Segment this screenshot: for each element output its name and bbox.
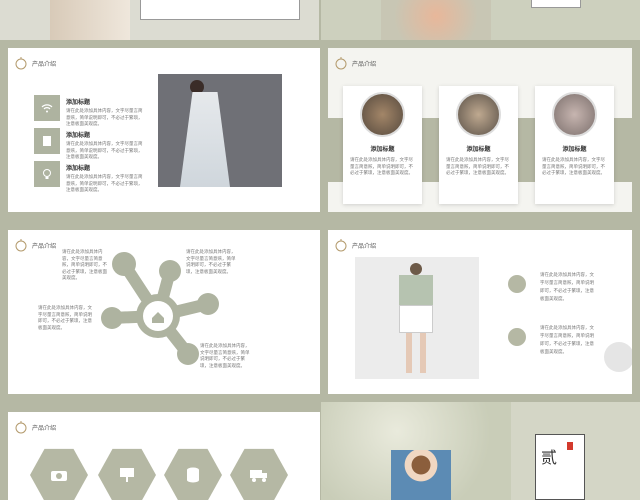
item-3-text: 请在此处添加具体内容，文字尽量言简意赅，简单说明即可，不必过于繁琐，注意板面美观… [66,175,143,193]
card-2-text: 请在此处添加具体内容，文字尽量言简意赅，简单说明即可，不必过于繁琐，注意板面美观… [446,158,509,176]
slide-header: 产品介绍 [334,56,376,70]
card-1-text: 请在此处添加具体内容，文字尽量言简意赅，简单说明即可，不必过于繁琐，注意板面美观… [350,158,413,176]
item-2-text: 请在此处添加具体内容，文字尽量言简意赅，简单说明即可，不必过于繁琐，注意板面美观… [66,142,143,160]
diagram-text-2: 请在此处添加具体内容，文字尽量言简意赅，简单说明即可，不必过于繁琐，注意板面美观… [186,250,236,275]
presentation-board-icon [120,468,134,482]
slide-header: 产品介绍 [14,56,56,70]
diagram-text-4: 请在此处添加具体内容，文字尽量言简意赅，简单说明即可，不必过于繁琐，注意板面美观… [200,344,250,369]
illustration-books [381,0,491,40]
card-2-image [456,92,501,137]
slide-header: 产品介绍 [334,238,376,252]
slide-product-intro-2[interactable]: 产品介绍 添加标题 请在此处添加具体内容，文字尽量言简意赅，简单说明即可，不必过… [328,48,632,212]
database-icon [187,467,199,483]
header-label: 产品介绍 [32,424,57,432]
item-1: 添加标题 请在此处添加具体内容，文字尽量言简意赅，简单说明即可，不必过于繁琐，注… [66,97,146,129]
hex-4 [230,448,288,500]
header-label: 产品介绍 [352,60,377,68]
slide-product-intro-3[interactable]: 产品介绍 请在此处添加具体内容，文字尽量言简意赅，简单说明即可，不必过于繁琐，注… [8,230,320,394]
truck-icon [250,470,267,482]
item-1-text: 请在此处添加具体内容，文字尽量言简意赅，简单说明即可，不必过于繁琐，注意板面美观… [540,273,594,302]
item-1-title: 添加标题 [66,99,91,106]
birdcage-icon [15,239,27,252]
model-photo [158,74,282,187]
slide-product-intro-4[interactable]: 产品介绍 请在此处添加具体内容，文字尽量言简意赅，简单说明即可，不必过于繁琐，注… [328,230,632,394]
item-3-title: 添加标题 [66,165,91,172]
diagram-text-1: 请在此处添加具体内容，文字尽量言简意赅，简单说明即可，不必过于繁琐，注意板面美观… [62,250,107,281]
figure-illustration [50,0,130,40]
slide-top-right-white [531,0,581,8]
diagram-text-3: 请在此处添加具体内容，文字尽量言简意赅，简单说明即可，不必过于繁琐，注意板面美观… [38,306,92,331]
slide-top-right[interactable] [321,0,640,40]
card-2[interactable]: 添加标题 请在此处添加具体内容，文字尽量言简意赅，简单说明即可，不必过于繁琐，注… [439,86,518,204]
item-1-text: 请在此处添加具体内容，文字尽量言简意赅，简单说明即可，不必过于繁琐，注意板面美观… [66,109,143,127]
item-2: 添加标题 请在此处添加具体内容，文字尽量言简意赅，简单说明即可，不必过于繁琐，注… [66,130,146,162]
scroll-circle[interactable] [604,342,632,372]
card-2-title: 添加标题 [466,146,491,153]
slide-top-left[interactable] [0,0,319,40]
document-icon [43,136,51,146]
slide-product-intro-1[interactable]: 产品介绍 添加标题 请在此处添加具体内容，文字尽量言简意赅，简单说明即可，不必过… [8,48,320,212]
item-2-text: 请在此处添加具体内容，文字尽量言简意赅，简单说明即可，不必过于繁琐，注意板面美观… [540,326,594,355]
slide-product-intro-5[interactable]: 产品介绍 [8,412,320,500]
slide-top-left-white [140,0,300,20]
card-3-image [552,92,597,137]
card-3-text: 请在此处添加具体内容，文字尽量言简意赅，简单说明即可，不必过于繁琐，注意板面美观… [542,158,605,176]
header-label: 产品介绍 [32,60,57,68]
hex-2 [98,448,156,500]
item-2-icon-box [34,128,60,154]
header-label: 产品介绍 [32,242,57,250]
card-3[interactable]: 添加标题 请在此处添加具体内容，文字尽量言简意赅，简单说明即可，不必过于繁琐，注… [535,86,614,204]
item-3: 添加标题 请在此处添加具体内容，文字尽量言简意赅，简单说明即可，不必过于繁琐，注… [66,163,146,195]
card-1-image [360,92,405,137]
item-2-title: 添加标题 [66,132,91,139]
card-1[interactable]: 添加标题 请在此处添加具体内容，文字尽量言简意赅，简单说明即可，不必过于繁琐，注… [343,86,422,204]
birdcage-icon [335,57,347,70]
girl-illustration [391,450,451,500]
hex-3 [164,448,222,500]
item-1-icon [508,275,526,293]
lightbulb-icon [43,169,51,179]
card-3-title: 添加标题 [562,146,587,153]
card-1-title: 添加标题 [370,146,395,153]
header-label: 产品介绍 [352,242,377,250]
wifi-icon [41,104,53,113]
item-2-icon [508,328,526,346]
slide-header: 产品介绍 [14,238,56,252]
birdcage-icon [15,57,27,70]
camera-icon [51,471,67,481]
item-3-icon-box [34,161,60,187]
birdcage-icon [15,421,27,434]
slide-header: 产品介绍 [14,420,56,434]
slide-section-two[interactable]: 贰 [321,402,640,500]
red-seal [567,442,573,450]
item-1-icon-box [34,95,60,121]
model-photo-2 [355,257,479,379]
section-title: 贰 [541,448,558,467]
hex-1 [30,448,88,500]
birdcage-icon [335,239,347,252]
